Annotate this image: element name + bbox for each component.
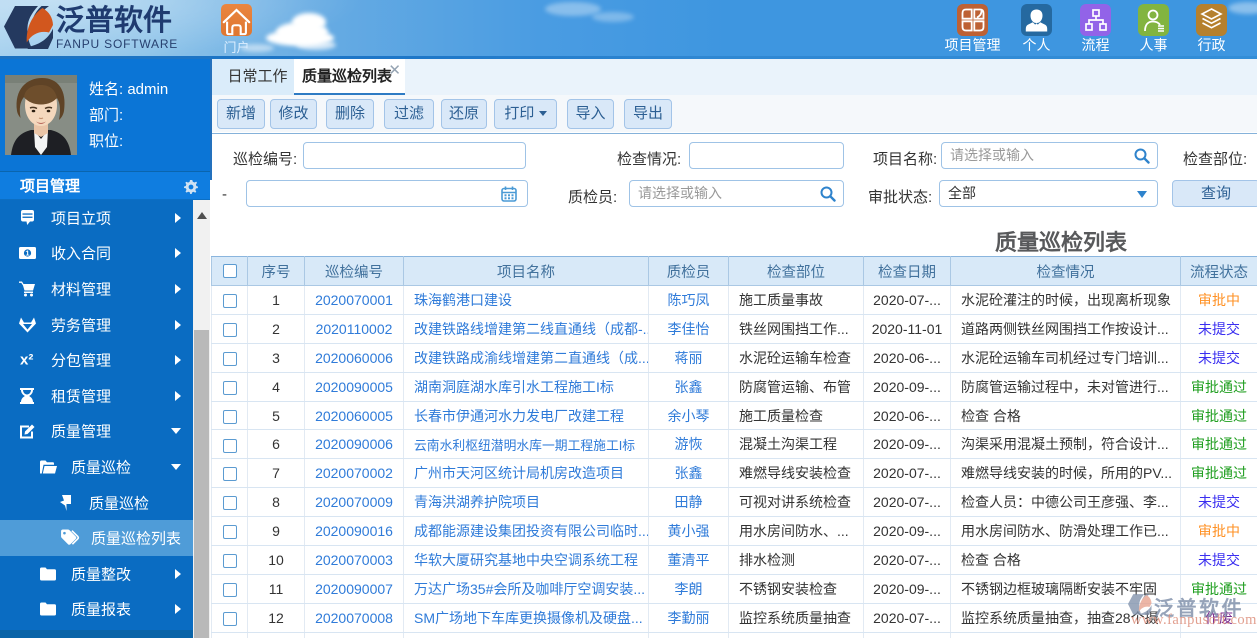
svg-text:1: 1 <box>25 249 29 258</box>
